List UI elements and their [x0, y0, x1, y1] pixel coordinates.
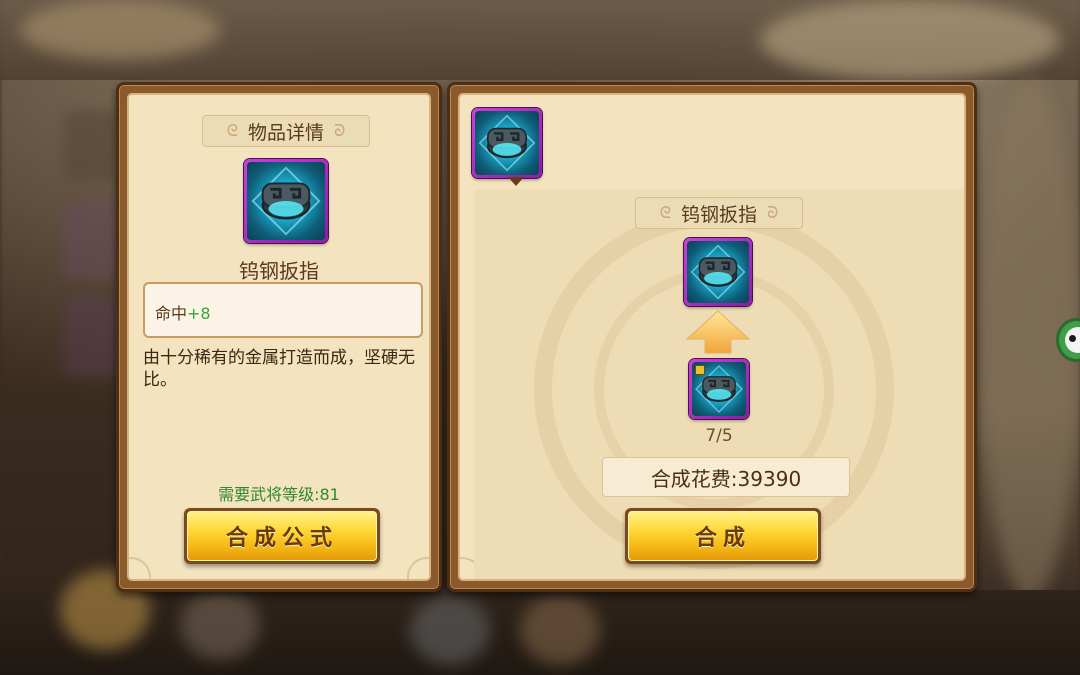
- level-requirement: 需要武将等级:81: [218, 485, 340, 504]
- swirl-left-icon: ᘓ: [226, 121, 238, 140]
- corner-ornament: [129, 557, 151, 579]
- detail-title: 物品详情: [247, 121, 324, 144]
- synthesis-formula-label: 合成公式: [187, 511, 377, 561]
- background-decor: [520, 595, 600, 665]
- synthesize-label: 合成: [628, 511, 818, 561]
- item-description: 由十分稀有的金属打造而成，坚硬无比。: [143, 348, 415, 390]
- background-decor: [64, 200, 120, 280]
- fragment-badge-icon: [695, 365, 705, 375]
- attribute-name: 命中: [155, 304, 188, 323]
- synthesis-content: ᘓ 钨钢扳指 ᘐ 7/5 合成花费:39390 合成: [458, 93, 966, 581]
- detail-title-plate: ᘓ 物品详情 ᘐ: [202, 115, 370, 147]
- background-decor: [410, 595, 490, 665]
- selected-item-slot[interactable]: [472, 108, 542, 178]
- synthesis-formula-button[interactable]: 合成公式: [184, 508, 380, 564]
- item-detail-content: ᘓ 物品详情 ᘐ 钨钢扳指 命中+8 由十分稀有的金属打造而成，坚硬无比。 需要…: [127, 93, 431, 581]
- target-item-name: 钨钢扳指: [680, 203, 757, 226]
- synthesis-cost: 合成花费:39390: [602, 457, 850, 497]
- swirl-right-icon: ᘐ: [767, 203, 779, 222]
- background-decor: [64, 296, 120, 376]
- attribute-value: +8: [187, 304, 211, 323]
- up-arrow-icon: [685, 310, 751, 354]
- synthesize-button[interactable]: 合成: [625, 508, 821, 564]
- corner-ornament: [407, 557, 429, 579]
- background-decor: [20, 0, 220, 60]
- material-item-icon[interactable]: [689, 359, 749, 419]
- background-decor: [64, 110, 120, 180]
- background-decor: [760, 0, 1060, 80]
- target-title-plate: ᘓ 钨钢扳指 ᘐ: [635, 197, 803, 229]
- synthesis-panel: ᘓ 钨钢扳指 ᘐ 7/5 合成花费:39390 合成: [447, 82, 977, 592]
- avatar-eye: [1069, 335, 1076, 342]
- attribute-box: 命中+8: [143, 282, 423, 338]
- selection-pointer-icon: [508, 177, 524, 186]
- background-decor: [180, 590, 260, 660]
- item-detail-panel: ᘓ 物品详情 ᘐ 钨钢扳指 命中+8 由十分稀有的金属打造而成，坚硬无比。 需要…: [116, 82, 442, 592]
- target-item-icon[interactable]: [684, 238, 752, 306]
- swirl-right-icon: ᘐ: [334, 121, 346, 140]
- material-count: 7/5: [705, 426, 733, 446]
- tungsten-ring-icon: [244, 159, 328, 243]
- swirl-left-icon: ᘓ: [659, 203, 671, 222]
- item-name: 钨钢扳指: [239, 259, 319, 283]
